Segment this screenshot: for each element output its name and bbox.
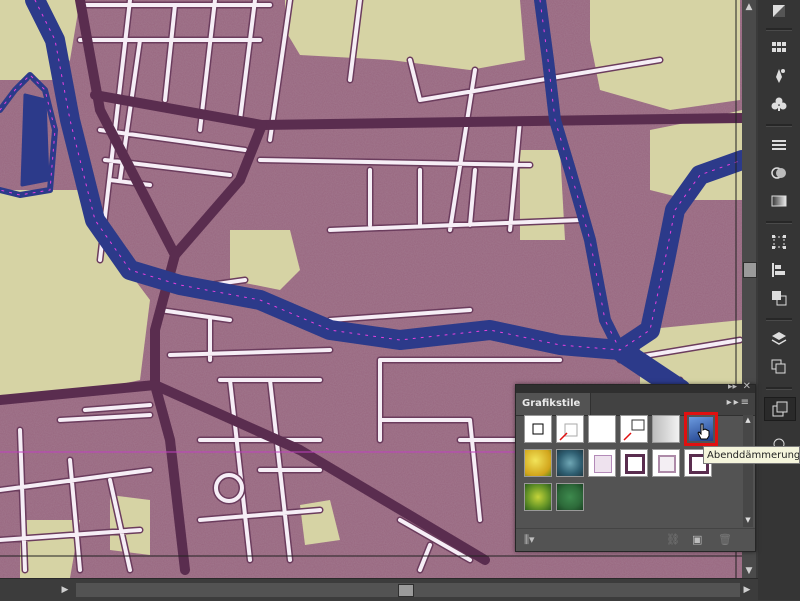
swatch-default-style[interactable]	[524, 415, 552, 443]
scroll-right-small-icon[interactable]: ▶	[58, 583, 72, 597]
break-link-icon[interactable]: ⛓	[666, 533, 680, 546]
scroll-right-arrow-icon[interactable]: ▶	[740, 583, 754, 597]
panel-titlebar[interactable]: ▸▸ ✕	[516, 381, 755, 393]
style-library-icon[interactable]: ⫼▾	[524, 533, 535, 547]
graphic-styles-panel[interactable]: ▸▸ ✕ Grafikstile ▸▸≡ ▲ ▼ ⫼▾ ⛓ ▣ 🗑	[515, 381, 756, 552]
park-topright	[590, 0, 740, 110]
swatch-gradient-grey[interactable]	[652, 415, 680, 443]
swatch-white-plain[interactable]	[588, 415, 616, 443]
horizontal-scroll-track[interactable]	[76, 583, 740, 597]
scroll-up-arrow-icon[interactable]: ▲	[742, 0, 756, 14]
swatch-grid-icon[interactable]	[764, 37, 794, 59]
panel-scroll-up-icon[interactable]: ▲	[743, 415, 753, 425]
swatch-tooltip: Abenddämmerung	[703, 446, 800, 464]
swatch-yellow-texture[interactable]	[524, 449, 552, 477]
swatch-light-purple-frame[interactable]	[652, 449, 680, 477]
swatch-dark-green-texture[interactable]	[556, 483, 584, 511]
brushes-icon[interactable]	[764, 65, 794, 87]
layers-icon[interactable]	[764, 328, 794, 350]
symbols-icon[interactable]	[764, 93, 794, 115]
transform-icon[interactable]	[764, 231, 794, 253]
trash-icon[interactable]: 🗑	[718, 533, 732, 546]
vertical-scroll-thumb[interactable]	[743, 262, 757, 278]
graphic-styles-swatch-grid	[524, 412, 724, 525]
gradient-panel-icon[interactable]	[764, 0, 794, 22]
close-panel-icon[interactable]: ✕	[743, 381, 751, 392]
panel-tab-row: Grafikstile ▸▸≡	[516, 393, 755, 416]
panel-scroll-down-icon[interactable]: ▼	[743, 515, 753, 525]
hand-cursor-icon	[697, 423, 710, 440]
panel-dock	[758, 0, 800, 600]
gradient-icon[interactable]	[764, 190, 794, 212]
lake	[20, 93, 50, 187]
horizontal-scrollbar[interactable]: ▶ ◀ ▶	[0, 578, 758, 601]
scroll-down-arrow-icon[interactable]: ▼	[742, 564, 756, 578]
graphic-styles-icon[interactable]	[764, 397, 796, 421]
panel-scrollbar[interactable]: ▲ ▼	[743, 415, 753, 527]
new-style-icon[interactable]: ▣	[692, 533, 702, 546]
swatch-green-yellow-texture[interactable]	[524, 483, 552, 511]
panel-footer: ⫼▾ ⛓ ▣ 🗑	[516, 528, 755, 551]
horizontal-scroll-thumb[interactable]	[398, 584, 414, 597]
swatch-white-no-stroke[interactable]	[556, 415, 584, 443]
collapse-panel-icon[interactable]: ▸▸	[728, 382, 737, 392]
swatch-blue-texture[interactable]	[556, 449, 584, 477]
panel-menu-icon[interactable]: ▸▸≡	[727, 397, 751, 408]
stroke-icon[interactable]	[764, 134, 794, 156]
pathfinder-icon[interactable]	[764, 287, 794, 309]
swatch-abenddaemmerung[interactable]	[684, 412, 718, 446]
tab-grafikstile[interactable]: Grafikstile	[516, 393, 592, 415]
swatch-lilac-frame[interactable]	[588, 449, 616, 477]
align-icon[interactable]	[764, 259, 794, 281]
swatch-white-double[interactable]	[620, 415, 648, 443]
artboards-icon[interactable]	[764, 356, 794, 378]
transparency-icon[interactable]	[764, 162, 794, 184]
park-bottom-left	[20, 520, 80, 578]
swatch-dark-purple-frame[interactable]	[620, 449, 648, 477]
